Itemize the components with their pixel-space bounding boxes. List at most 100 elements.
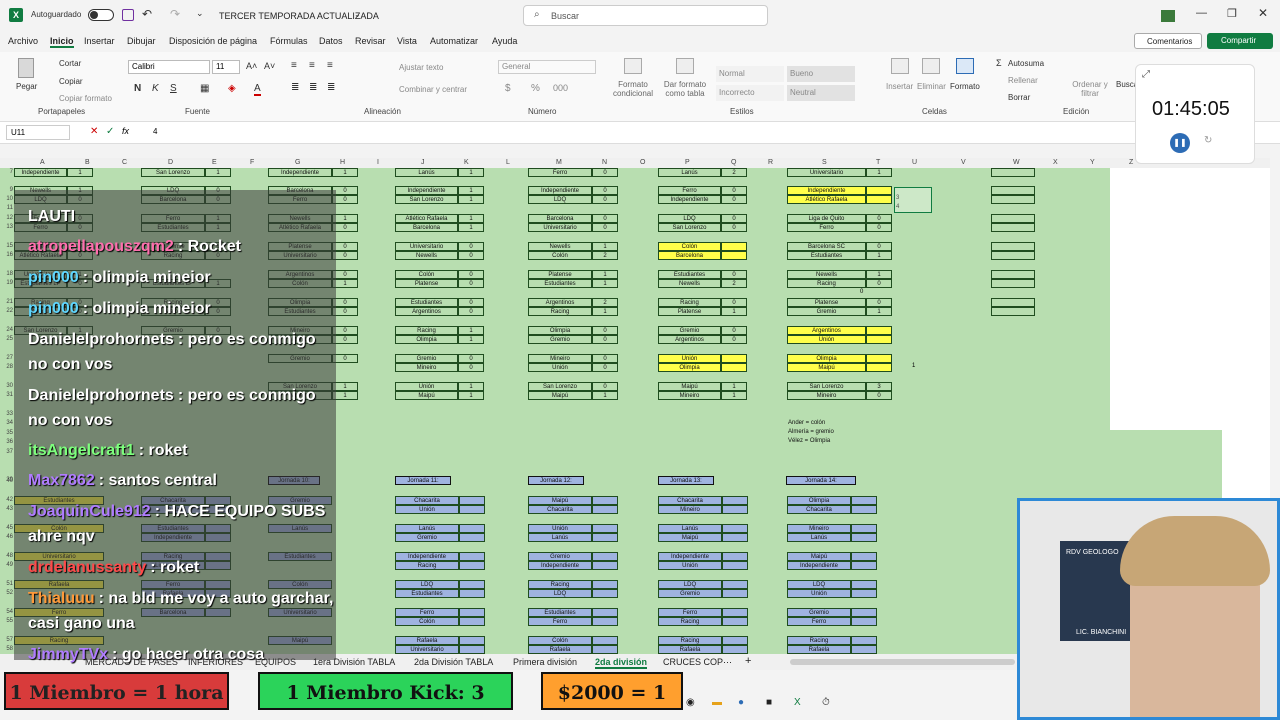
title-chevron-icon[interactable]: ⌄	[354, 10, 361, 19]
fixture-score-cell[interactable]	[851, 524, 877, 533]
team-cell[interactable]: Estudiantes	[787, 251, 866, 260]
tab-revisar[interactable]: Revisar	[355, 36, 386, 46]
copy-button[interactable]: Copiar	[59, 77, 83, 86]
team-cell[interactable]: LDQ	[528, 195, 592, 204]
empty-cell[interactable]	[991, 214, 1035, 223]
merge-center-button[interactable]: Combinar y centrar	[399, 85, 467, 94]
empty-cell[interactable]	[991, 223, 1035, 232]
score-cell[interactable]: 0	[458, 279, 484, 288]
excel-taskbar-icon[interactable]: X	[794, 697, 801, 708]
score-cell[interactable]: 0	[458, 270, 484, 279]
row-number[interactable]: 57	[0, 637, 13, 643]
score-cell[interactable]: 0	[458, 298, 484, 307]
row-number[interactable]: 19	[0, 280, 13, 286]
fixture-score-cell[interactable]	[592, 496, 618, 505]
fixture-team-cell[interactable]: Rafaela	[658, 645, 722, 654]
score-cell[interactable]: 0	[721, 298, 747, 307]
row-number[interactable]: 33	[0, 411, 13, 417]
fixture-score-cell[interactable]	[722, 580, 748, 589]
team-cell[interactable]: Barcelona	[395, 223, 458, 232]
fixture-team-cell[interactable]: Colón	[528, 636, 592, 645]
fixture-team-cell[interactable]: Ferro	[528, 617, 592, 626]
fixture-team-cell[interactable]: Maipú	[658, 533, 722, 542]
percent-icon[interactable]: %	[531, 83, 540, 94]
score-cell[interactable]: 0	[721, 335, 747, 344]
column-header[interactable]: U	[912, 159, 917, 166]
team-cell[interactable]: Barcelona SC	[787, 242, 866, 251]
team-cell[interactable]: Liga de Quito	[787, 214, 866, 223]
jornada-header[interactable]: Jornada 13:	[658, 476, 714, 485]
column-header[interactable]: X	[1053, 159, 1058, 166]
column-header[interactable]: N	[602, 159, 607, 166]
fixture-team-cell[interactable]: Gremio	[787, 608, 851, 617]
team-cell[interactable]: Mineiro	[528, 354, 592, 363]
fixture-score-cell[interactable]	[459, 636, 485, 645]
fixture-team-cell[interactable]: LDQ	[528, 589, 592, 598]
team-cell[interactable]: Universitario	[787, 168, 866, 177]
score-cell[interactable]: 0	[458, 251, 484, 260]
increase-font-icon[interactable]: A˄	[246, 61, 257, 71]
style-normal[interactable]: Normal	[716, 66, 784, 82]
row-number[interactable]: 24	[0, 327, 13, 333]
fixture-score-cell[interactable]	[592, 608, 618, 617]
row-number[interactable]: 46	[0, 534, 13, 540]
row-number[interactable]: 7	[0, 169, 13, 175]
team-cell[interactable]: San Lorenzo	[528, 382, 592, 391]
fixture-team-cell[interactable]: Universitario	[395, 645, 459, 654]
team-cell[interactable]: Platense	[787, 298, 866, 307]
score-cell[interactable]: 1	[332, 168, 358, 177]
jornada-header[interactable]: Jornada 14:	[786, 476, 856, 485]
column-header[interactable]: Y	[1090, 159, 1095, 166]
bold-button[interactable]: N	[134, 83, 141, 94]
fixture-score-cell[interactable]	[459, 645, 485, 654]
score-cell[interactable]: 1	[458, 168, 484, 177]
row-number[interactable]: 55	[0, 618, 13, 624]
fixture-score-cell[interactable]	[592, 533, 618, 542]
score-cell[interactable]: 1	[866, 270, 892, 279]
row-number[interactable]: 30	[0, 383, 13, 389]
fixture-score-cell[interactable]	[592, 636, 618, 645]
team-cell[interactable]: Atlético Rafaela	[787, 195, 866, 204]
side-value[interactable]: 1	[912, 363, 915, 369]
empty-cell[interactable]	[991, 307, 1035, 316]
save-icon[interactable]	[122, 9, 134, 21]
fixture-team-cell[interactable]: Lanús	[395, 524, 459, 533]
align-top-icon[interactable]: ≡	[291, 60, 297, 71]
score-cell[interactable]: 1	[721, 391, 747, 400]
tab-datos[interactable]: Datos	[319, 36, 343, 46]
score-cell[interactable]: 2	[721, 279, 747, 288]
score-cell[interactable]: 0	[592, 363, 618, 372]
row-number[interactable]: 27	[0, 355, 13, 361]
row-number[interactable]: 31	[0, 392, 13, 398]
score-cell[interactable]: 1	[458, 335, 484, 344]
selected-range[interactable]	[894, 187, 932, 213]
score-cell[interactable]: 1	[592, 242, 618, 251]
side-value[interactable]: 0	[860, 289, 863, 295]
team-cell[interactable]: San Lorenzo	[658, 223, 721, 232]
score-cell[interactable]: 1	[458, 214, 484, 223]
fixture-score-cell[interactable]	[592, 617, 618, 626]
team-cell[interactable]: Argentinos	[395, 307, 458, 316]
underline-button[interactable]: S	[170, 83, 177, 94]
score-cell[interactable]: 0	[592, 354, 618, 363]
team-cell[interactable]: Unión	[395, 382, 458, 391]
team-cell[interactable]: Atlético Rafaela	[395, 214, 458, 223]
team-cell[interactable]: Independiente	[528, 186, 592, 195]
column-header[interactable]: J	[421, 159, 425, 166]
fixture-team-cell[interactable]: Rafaela	[787, 645, 851, 654]
formula-input[interactable]: 4	[153, 127, 157, 136]
undo-icon[interactable]: ↶	[142, 7, 152, 21]
team-cell[interactable]: Maipú	[787, 363, 866, 372]
fixture-team-cell[interactable]: Colón	[395, 617, 459, 626]
team-cell[interactable]: Racing	[658, 298, 721, 307]
score-cell[interactable]: 1	[458, 382, 484, 391]
table-format-button[interactable]: Dar formato como tabla	[660, 80, 710, 98]
fixture-score-cell[interactable]	[722, 552, 748, 561]
row-number[interactable]: 45	[0, 525, 13, 531]
team-cell[interactable]: Olimpia	[395, 335, 458, 344]
team-cell[interactable]: Newells	[658, 279, 721, 288]
app-taskbar-icon[interactable]: ⏱	[822, 697, 830, 708]
team-cell[interactable]: Unión	[528, 363, 592, 372]
clear-button[interactable]: Borrar	[1008, 93, 1030, 102]
score-cell[interactable]: 1	[67, 168, 93, 177]
